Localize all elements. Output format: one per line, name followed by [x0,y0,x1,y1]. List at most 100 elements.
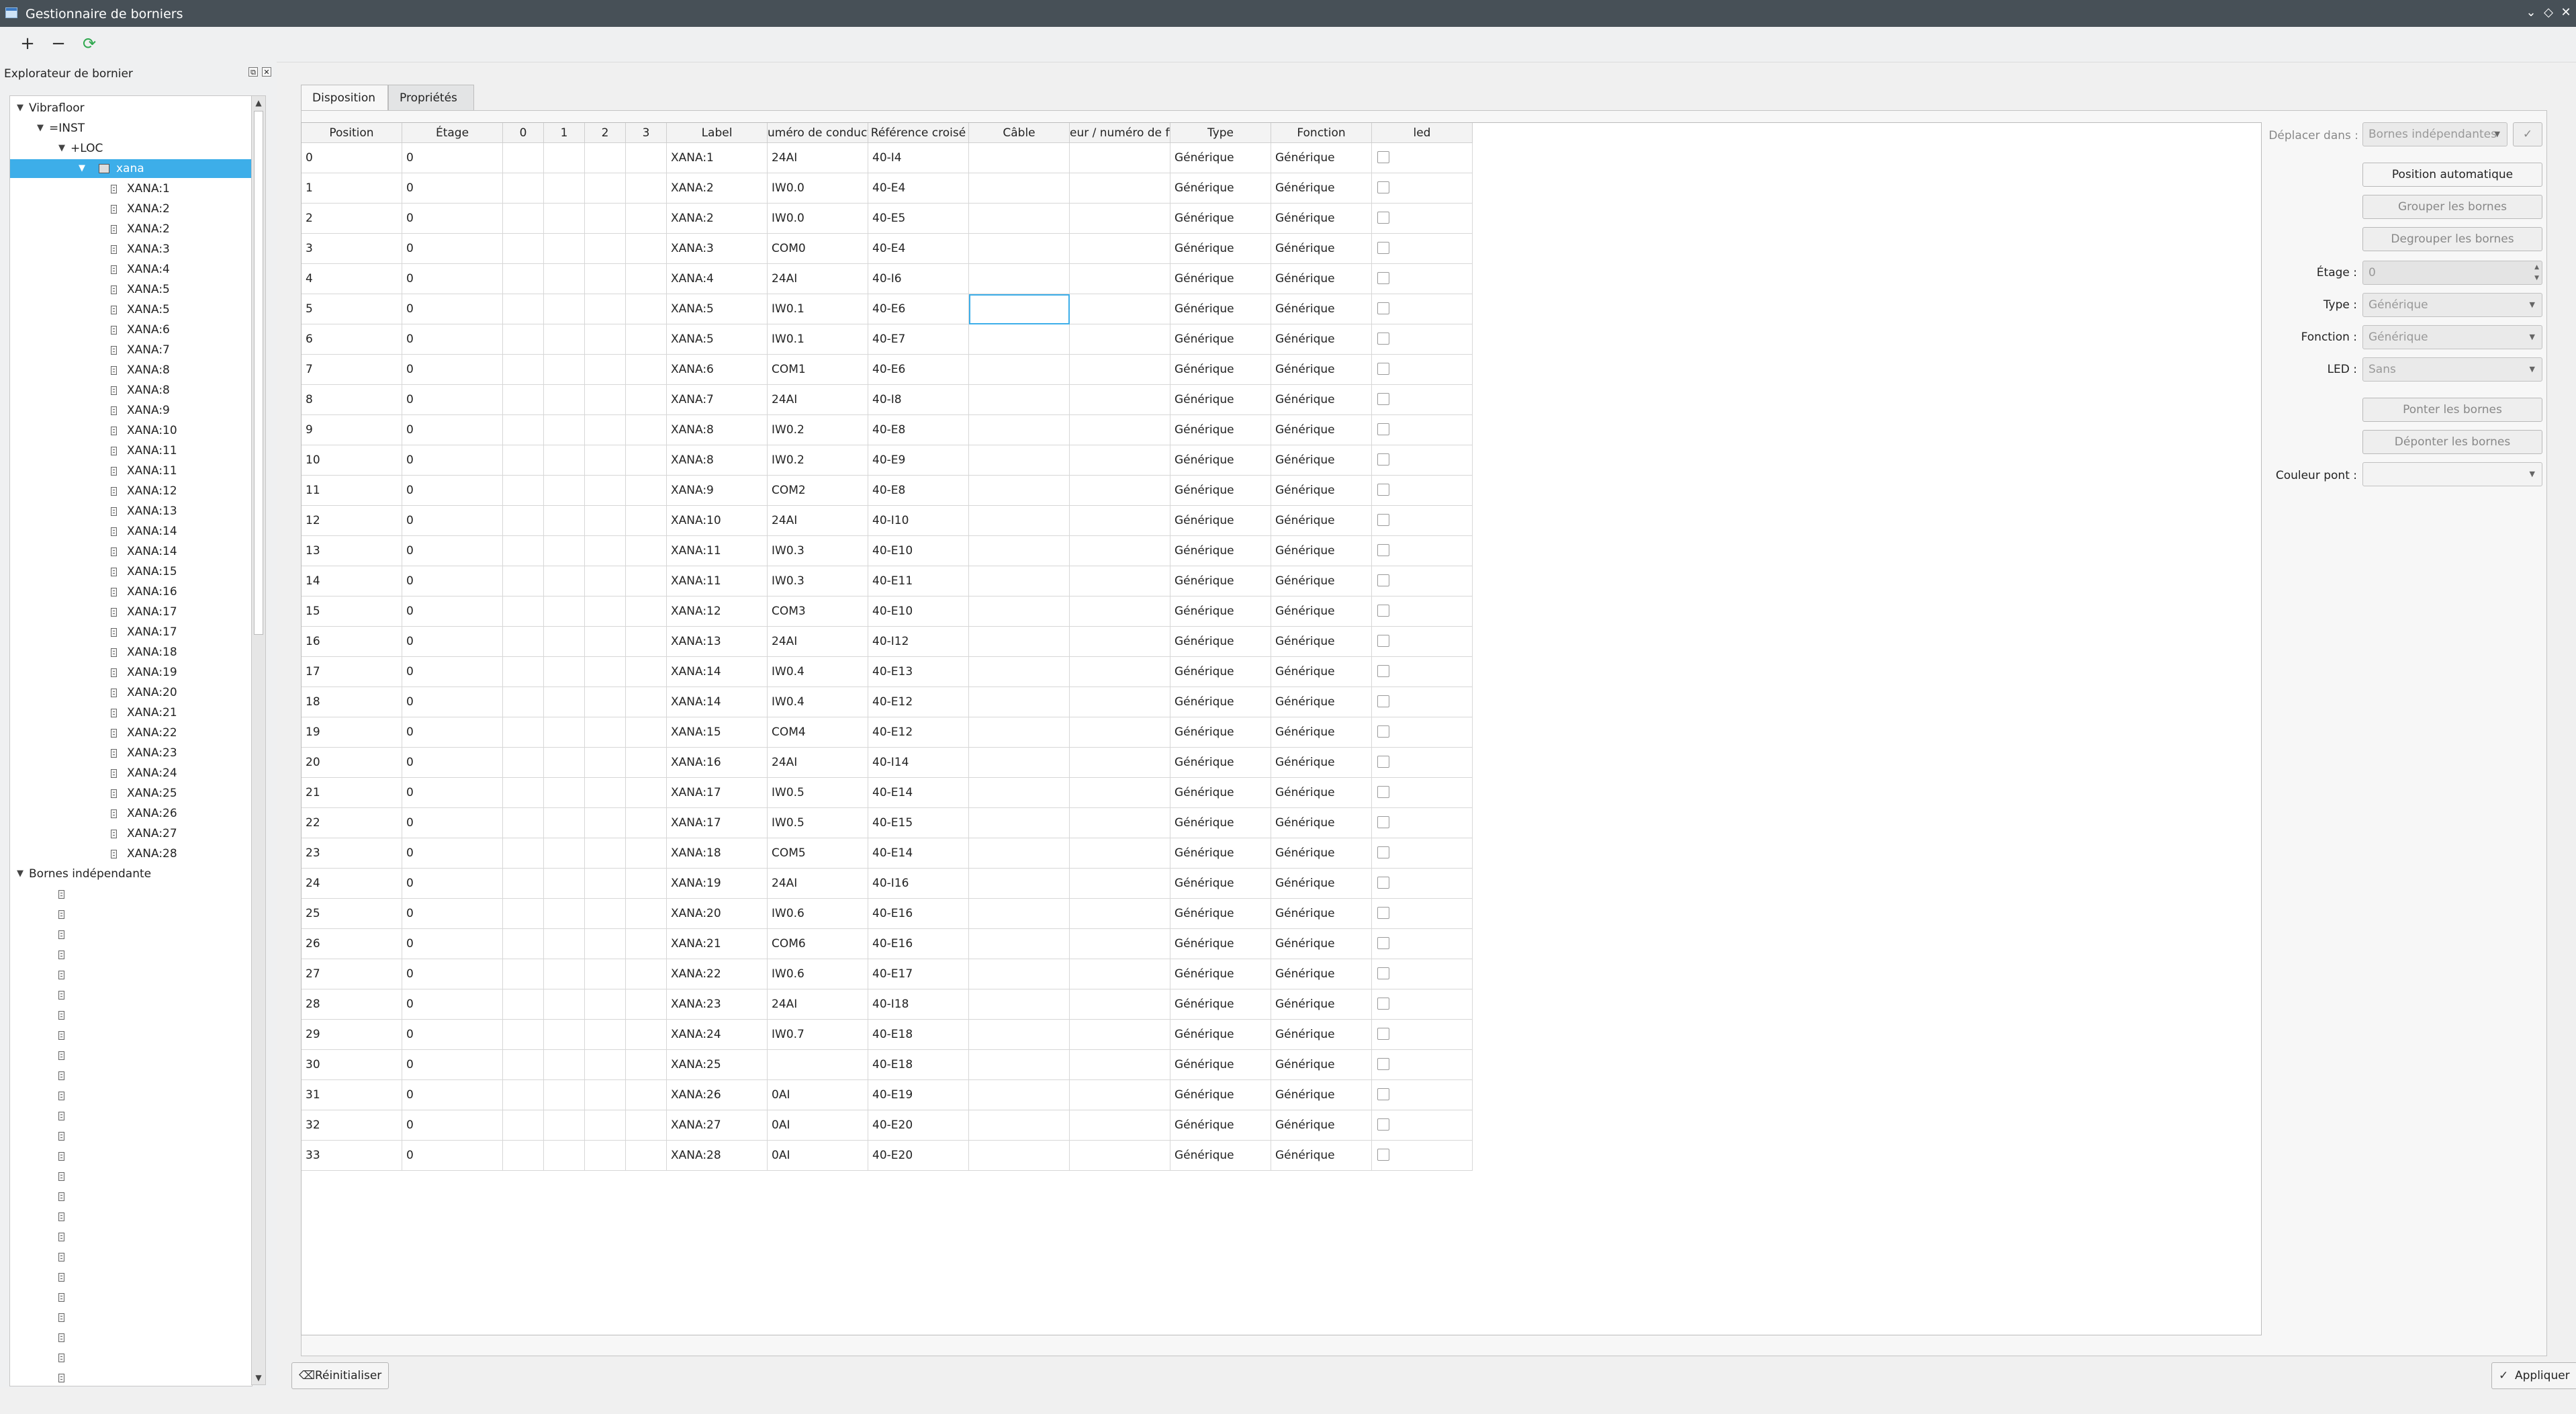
tree-item[interactable]: XANA:22 [10,723,252,742]
column-header[interactable]: Type [1170,123,1271,143]
table-cell[interactable] [544,234,585,264]
table-cell[interactable] [503,143,544,173]
table-cell[interactable]: 0 [402,264,503,294]
table-cell[interactable] [1070,445,1170,476]
tree-item[interactable]: ▼ xana [10,159,252,178]
led-checkbox[interactable] [1377,363,1389,375]
table-cell[interactable]: 40-I8 [868,385,969,415]
table-cell[interactable]: IW0.3 [768,566,868,596]
table-cell[interactable]: IW0.0 [768,204,868,234]
table-cell[interactable] [544,476,585,506]
remove-terminal-button[interactable]: − [47,34,70,55]
column-header[interactable]: 3 [626,123,667,143]
table-cell[interactable] [626,445,667,476]
table-cell[interactable]: Générique [1170,778,1271,808]
tree-item[interactable] [10,905,252,924]
table-cell[interactable] [1070,1080,1170,1110]
table-cell[interactable]: IW0.3 [768,536,868,566]
table-cell[interactable]: Générique [1170,869,1271,899]
table-cell[interactable] [585,1110,626,1141]
table-cell[interactable]: XANA:21 [667,929,768,959]
table-cell[interactable]: 0 [402,899,503,929]
table-cell[interactable] [544,838,585,869]
table-cell[interactable]: 0 [402,808,503,838]
table-cell[interactable] [969,1141,1070,1171]
table-cell[interactable] [969,717,1070,748]
tree-item[interactable] [10,1187,252,1206]
tree-item[interactable]: XANA:13 [10,502,252,521]
tree-item[interactable]: XANA:11 [10,461,252,480]
table-cell[interactable]: 40-E10 [868,536,969,566]
table-cell[interactable]: Générique [1170,748,1271,778]
table-cell[interactable]: Générique [1271,566,1372,596]
table-cell[interactable] [503,415,544,445]
table-cell[interactable] [585,143,626,173]
table-cell[interactable]: 24AI [768,869,868,899]
table-cell[interactable] [626,204,667,234]
led-checkbox[interactable] [1377,242,1389,254]
table-cell[interactable]: XANA:2 [667,204,768,234]
table-cell[interactable]: 0 [402,445,503,476]
table-cell[interactable] [544,657,585,687]
table-cell[interactable]: 40-E7 [868,324,969,355]
table-cell[interactable] [544,929,585,959]
table-cell[interactable]: 23 [302,838,402,869]
led-cell[interactable] [1372,173,1473,204]
type-combo[interactable]: Générique ▼ [2362,293,2542,317]
table-cell[interactable] [969,838,1070,869]
table-cell[interactable]: Générique [1271,1110,1372,1141]
led-cell[interactable] [1372,264,1473,294]
table-cell[interactable] [585,324,626,355]
table-cell[interactable]: 0 [402,234,503,264]
table-cell[interactable]: XANA:19 [667,869,768,899]
led-checkbox[interactable] [1377,725,1389,738]
floor-spinbox[interactable]: 0 ▲ ▼ [2362,261,2542,285]
table-cell[interactable]: XANA:7 [667,385,768,415]
tree-item[interactable]: XANA:8 [10,361,252,380]
led-checkbox[interactable] [1377,1028,1389,1040]
table-cell[interactable]: Générique [1170,657,1271,687]
table-cell[interactable] [969,385,1070,415]
expand-arrow-icon[interactable]: ▼ [57,139,66,158]
table-cell[interactable] [626,1080,667,1110]
table-cell[interactable] [1070,838,1170,869]
table-cell[interactable]: 24AI [768,506,868,536]
table-cell[interactable]: 25 [302,899,402,929]
table-cell[interactable] [503,657,544,687]
tree-item[interactable]: XANA:6 [10,320,252,339]
table-cell[interactable]: 40-E18 [868,1020,969,1050]
table-cell[interactable] [1070,808,1170,838]
spin-down-icon[interactable]: ▼ [2534,273,2539,283]
table-cell[interactable]: 0 [402,989,503,1020]
table-cell[interactable] [544,748,585,778]
table-cell[interactable] [544,1141,585,1171]
table-cell[interactable]: Générique [1170,959,1271,989]
table-cell[interactable] [585,989,626,1020]
tree-item[interactable]: XANA:17 [10,603,252,621]
table-cell[interactable]: XANA:9 [667,476,768,506]
table-cell[interactable] [626,899,667,929]
table-cell[interactable] [768,1050,868,1080]
table-cell[interactable]: Générique [1170,687,1271,717]
table-cell[interactable] [585,899,626,929]
table-cell[interactable]: 7 [302,355,402,385]
led-checkbox[interactable] [1377,1058,1389,1070]
table-cell[interactable]: 4 [302,264,402,294]
table-cell[interactable]: 0 [402,506,503,536]
led-cell[interactable] [1372,324,1473,355]
table-cell[interactable]: 5 [302,294,402,324]
group-terminals-button[interactable]: Grouper les bornes [2362,195,2542,219]
table-cell[interactable]: XANA:14 [667,657,768,687]
table-cell[interactable] [626,264,667,294]
table-cell[interactable]: Générique [1271,596,1372,627]
table-cell[interactable]: XANA:20 [667,899,768,929]
table-cell[interactable]: Générique [1271,748,1372,778]
tree-item[interactable]: ▼ +LOC [10,139,252,158]
table-cell[interactable] [503,869,544,899]
led-checkbox[interactable] [1377,1149,1389,1161]
table-cell[interactable] [1070,687,1170,717]
table-cell[interactable] [544,687,585,717]
table-cell[interactable] [626,506,667,536]
table-cell[interactable]: 0 [402,748,503,778]
table-cell[interactable]: 0 [402,566,503,596]
